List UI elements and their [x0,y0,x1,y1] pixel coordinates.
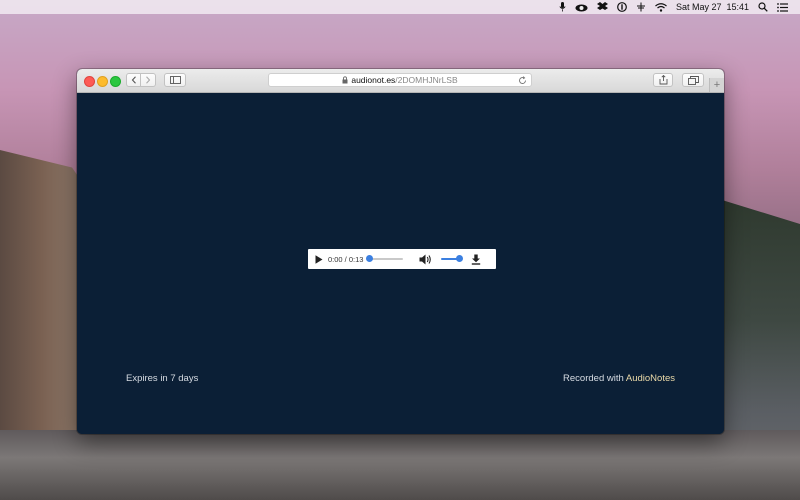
sidebar-toggle-button[interactable] [164,73,186,87]
1password-icon[interactable] [617,0,627,14]
seek-handle[interactable] [366,255,374,262]
wifi-icon[interactable] [655,0,667,14]
seek-slider[interactable] [366,255,404,262]
download-button[interactable] [470,253,482,265]
page-content: 0:00 / 0:13 Expires in 7 days Recorded w… [77,93,724,434]
volume-slider[interactable] [441,255,464,262]
expiry-notice: Expires in 7 days [126,373,199,384]
share-icon [659,75,667,85]
forward-button[interactable] [141,73,156,87]
play-icon [315,254,323,264]
download-icon [472,254,481,265]
browser-window: audionot.es/2DOMHJNrLSB + 0:00 / 0:13 Ex… [77,69,724,434]
tabs-overview-icon [687,75,699,85]
microphone-icon[interactable] [559,0,566,14]
address-path: /2DOMHJNrLSB [395,75,458,85]
browser-toolbar: audionot.es/2DOMHJNrLSB + [77,69,724,93]
dropbox-icon[interactable] [596,0,608,14]
volume-icon[interactable] [419,253,433,265]
chevron-left-icon [131,76,136,84]
audio-player: 0:00 / 0:13 [308,249,496,269]
audionotes-link[interactable]: AudioNotes [626,373,675,384]
close-window-button[interactable] [84,76,95,87]
recorded-with-prefix: Recorded with [563,373,626,384]
volume-handle[interactable] [456,255,464,262]
wallpaper-valley [0,430,800,500]
recorded-with-notice: Recorded with AudioNotes [563,373,675,384]
minimize-window-button[interactable] [97,76,108,87]
notification-center-icon[interactable] [777,0,788,14]
address-bar[interactable]: audionot.es/2DOMHJNrLSB [268,73,532,87]
cloud-app-icon[interactable] [575,0,588,14]
search-icon[interactable] [758,0,768,14]
play-button[interactable] [313,253,325,265]
menu-bar-clock[interactable]: Sat May 27 15:41 [676,0,749,14]
show-tabs-button[interactable] [682,73,704,87]
network-icon[interactable] [636,0,646,14]
lock-icon [342,76,348,84]
share-button[interactable] [653,73,673,87]
new-tab-button[interactable]: + [709,78,724,92]
fullscreen-window-button[interactable] [110,76,121,87]
playback-time: 0:00 / 0:13 [328,254,364,264]
address-domain: audionot.es [351,75,396,85]
reload-icon[interactable] [518,76,527,87]
back-button[interactable] [126,73,141,87]
menu-bar: Sat May 27 15:41 [0,0,800,14]
sidebar-icon [169,76,181,84]
chevron-right-icon [146,76,151,84]
